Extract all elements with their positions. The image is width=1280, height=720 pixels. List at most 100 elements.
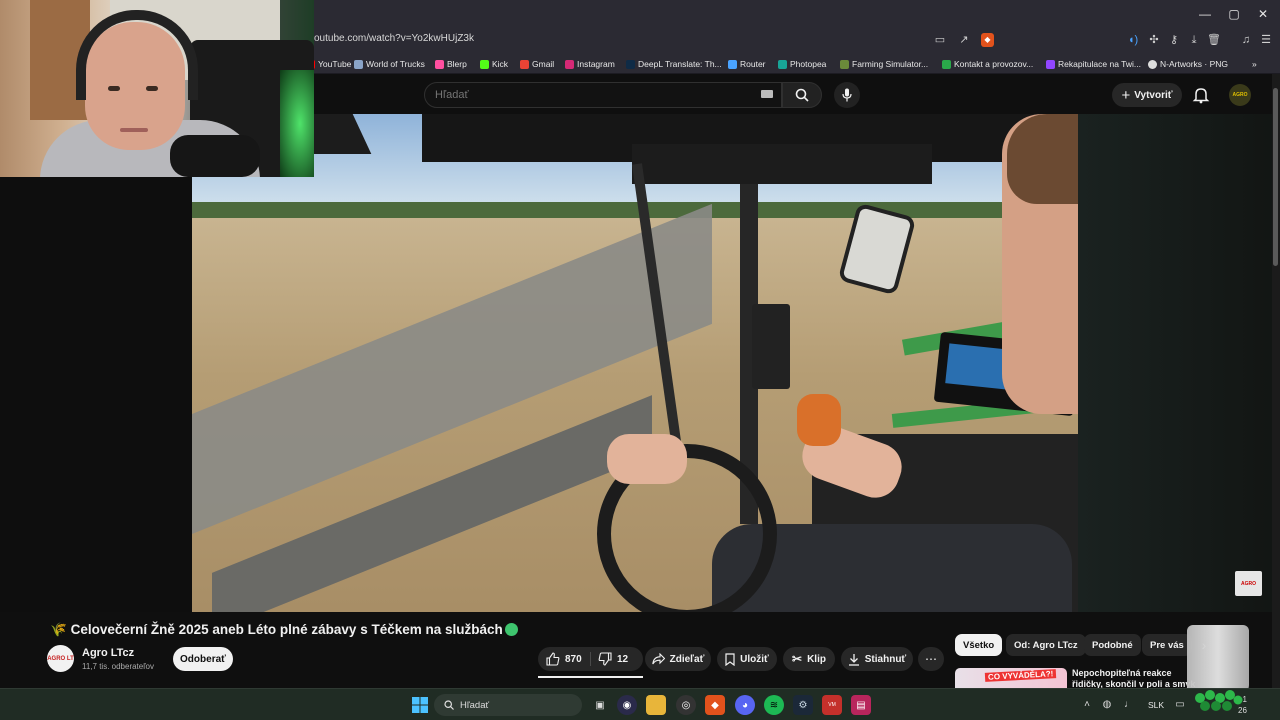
bookmark-instagram[interactable]: Instagram xyxy=(565,57,615,71)
chip-related[interactable]: Podobné xyxy=(1084,634,1141,656)
dislike-count: 12 xyxy=(617,653,629,665)
video-cab-display xyxy=(752,304,790,389)
chip-all[interactable]: Všetko xyxy=(955,634,1003,656)
channel-watermark[interactable]: AGRO xyxy=(1235,571,1262,596)
bookmark-world-of-trucks[interactable]: World of Trucks xyxy=(354,57,425,71)
share-page-icon[interactable]: ↗ xyxy=(956,32,972,48)
notifications-bell-icon[interactable] xyxy=(1192,86,1210,104)
video-cab-roof-inner xyxy=(632,144,932,184)
subscribe-button[interactable]: Odoberať xyxy=(173,647,233,671)
tray-overflow-chevron-icon[interactable]: ˄ xyxy=(1081,699,1093,711)
bookmark-kontakt[interactable]: Kontakt a provozov... xyxy=(942,57,1033,71)
download-button[interactable]: Stiahnuť xyxy=(841,647,913,671)
bookmarks-overflow-button[interactable]: » xyxy=(1252,57,1257,71)
taskbar-search[interactable]: Hľadať xyxy=(434,694,582,716)
scissors-icon: ✂ xyxy=(792,652,803,666)
channel-name[interactable]: Agro LTcz xyxy=(82,647,134,659)
search-input[interactable] xyxy=(425,83,745,107)
reader-view-icon[interactable]: ▭ xyxy=(932,32,948,48)
microphone-icon xyxy=(842,88,852,102)
subscriber-count: 11,7 tis. odberateľov xyxy=(82,662,155,671)
photopea-icon xyxy=(778,59,787,69)
n-artworks-icon xyxy=(1148,59,1157,69)
tray-display-icon[interactable]: ▭ xyxy=(1174,699,1186,711)
password-key-icon[interactable]: ⚷ xyxy=(1166,32,1182,48)
like-dislike-group: 870 12 xyxy=(538,647,643,671)
file-explorer-icon[interactable] xyxy=(646,695,666,715)
voicemeeter-icon[interactable]: VM xyxy=(822,695,842,715)
wheat-emoji-icon: 🌾 xyxy=(50,622,67,637)
related-video-thumbnail[interactable]: CO VYVÁDĚLA?! xyxy=(955,668,1067,688)
router-icon xyxy=(728,59,737,69)
plus-icon: + xyxy=(1121,86,1131,104)
app-circle-icon[interactable]: ◉ xyxy=(617,695,637,715)
clover-overlay-graphic xyxy=(1195,690,1243,711)
bookmark-label: Kick xyxy=(492,59,509,69)
app-tile-icon[interactable]: ▤ xyxy=(851,695,871,715)
spotify-icon[interactable]: ≋ xyxy=(764,695,784,715)
kick-icon xyxy=(480,59,489,69)
save-button[interactable]: Uložiť xyxy=(717,647,777,671)
tray-language[interactable]: SLK xyxy=(1148,700,1164,710)
windows-logo-icon xyxy=(412,697,428,713)
account-avatar[interactable]: AGRO xyxy=(1229,84,1251,106)
bookmark-blerp[interactable]: Blerp xyxy=(435,57,467,71)
brave-browser-icon[interactable]: ◆ xyxy=(705,695,725,715)
bookmark-kick[interactable]: Kick xyxy=(480,57,508,71)
bookmark-farming-simulator[interactable]: Farming Simulator... xyxy=(840,57,928,71)
bookmark-rekapitulace[interactable]: Rekapitulace na Twi... xyxy=(1046,57,1141,71)
voice-search-button[interactable] xyxy=(834,82,860,108)
bookmark-label: Gmail xyxy=(532,59,555,69)
extensions-icon[interactable]: ✣ xyxy=(1146,32,1162,48)
dislike-button[interactable]: 12 xyxy=(598,647,628,671)
brave-shields-icon[interactable]: ◆ xyxy=(981,33,994,47)
address-bar-url[interactable]: outube.com/watch?v=Yo2kwHUjZ3k xyxy=(314,33,474,44)
video-side-padding-right xyxy=(1078,114,1280,612)
webcam-mouth xyxy=(120,128,148,132)
search-button[interactable] xyxy=(782,82,822,108)
tray-microphone-icon[interactable]: ♩ xyxy=(1123,699,1135,711)
obs-icon[interactable]: ◎ xyxy=(676,695,696,715)
bookmark-deepl[interactable]: DeepL Translate: Th... xyxy=(626,57,722,71)
tray-network-icon[interactable]: ◍ xyxy=(1101,699,1113,711)
like-button[interactable]: 870 xyxy=(546,647,582,671)
chip-from-channel[interactable]: Od: Agro LTcz xyxy=(1006,634,1086,656)
channel-avatar[interactable]: AGRO LT xyxy=(47,645,74,672)
save-label: Uložiť xyxy=(740,653,769,665)
webcam-green-light xyxy=(280,70,314,177)
thumbs-up-icon xyxy=(546,652,560,666)
related-video-title[interactable]: Nepochopiteľná reakce řidičky, skončil v… xyxy=(1072,668,1202,688)
clip-label: Klip xyxy=(807,653,826,665)
farming-simulator-icon xyxy=(840,59,849,69)
bookmark-gmail[interactable]: Gmail xyxy=(520,57,554,71)
video-driver-hand xyxy=(607,434,687,484)
page-scrollbar-thumb[interactable] xyxy=(1273,88,1278,266)
bookmark-router[interactable]: Router xyxy=(728,57,766,71)
close-window-button[interactable]: ✕ xyxy=(1246,0,1280,27)
bookmark-photopea[interactable]: Photopea xyxy=(778,57,826,71)
bookmark-n-artworks[interactable]: N-Artworks · PNG xyxy=(1148,57,1228,71)
share-label: Zdieľať xyxy=(669,653,705,665)
keyboard-icon[interactable] xyxy=(761,90,773,98)
steam-icon[interactable]: ⚙ xyxy=(793,695,813,715)
task-view-icon[interactable]: ▣ xyxy=(590,695,610,715)
windows-taskbar: Hľadať ▣ ◉ ◎ ◆ ◕ ≋ ⚙ VM ▤ ˄ ◍ ♩ SLK ▭ 1 … xyxy=(0,688,1280,720)
media-icon[interactable]: ♫ xyxy=(1238,32,1254,48)
video-title-text: Celovečerní Žně 2025 aneb Léto plné zába… xyxy=(70,622,503,637)
video-info-section: 🌾 Celovečerní Žně 2025 aneb Léto plné zá… xyxy=(0,612,1280,688)
world-of-trucks-icon xyxy=(354,59,363,69)
audio-playing-icon[interactable]: ◖) xyxy=(1125,32,1141,48)
discord-icon[interactable]: ◕ xyxy=(735,695,755,715)
downloads-icon[interactable]: ⤓ xyxy=(1186,32,1202,48)
video-player[interactable] xyxy=(192,114,1078,612)
clip-button[interactable]: ✂ Klip xyxy=(783,647,835,671)
chip-for-you[interactable]: Pre vás xyxy=(1142,634,1192,656)
windows-start-icon[interactable] xyxy=(410,695,430,715)
browser-menu-icon[interactable]: ☰ xyxy=(1258,32,1274,48)
more-actions-button[interactable]: ⋯ xyxy=(918,647,944,671)
overlay-trash-can-graphic xyxy=(1187,625,1249,695)
video-side-padding-left xyxy=(0,177,192,612)
create-button[interactable]: + Vytvoriť xyxy=(1112,83,1182,107)
share-button[interactable]: Zdieľať xyxy=(645,647,711,671)
trash-icon[interactable]: 🗑 xyxy=(1206,32,1222,48)
